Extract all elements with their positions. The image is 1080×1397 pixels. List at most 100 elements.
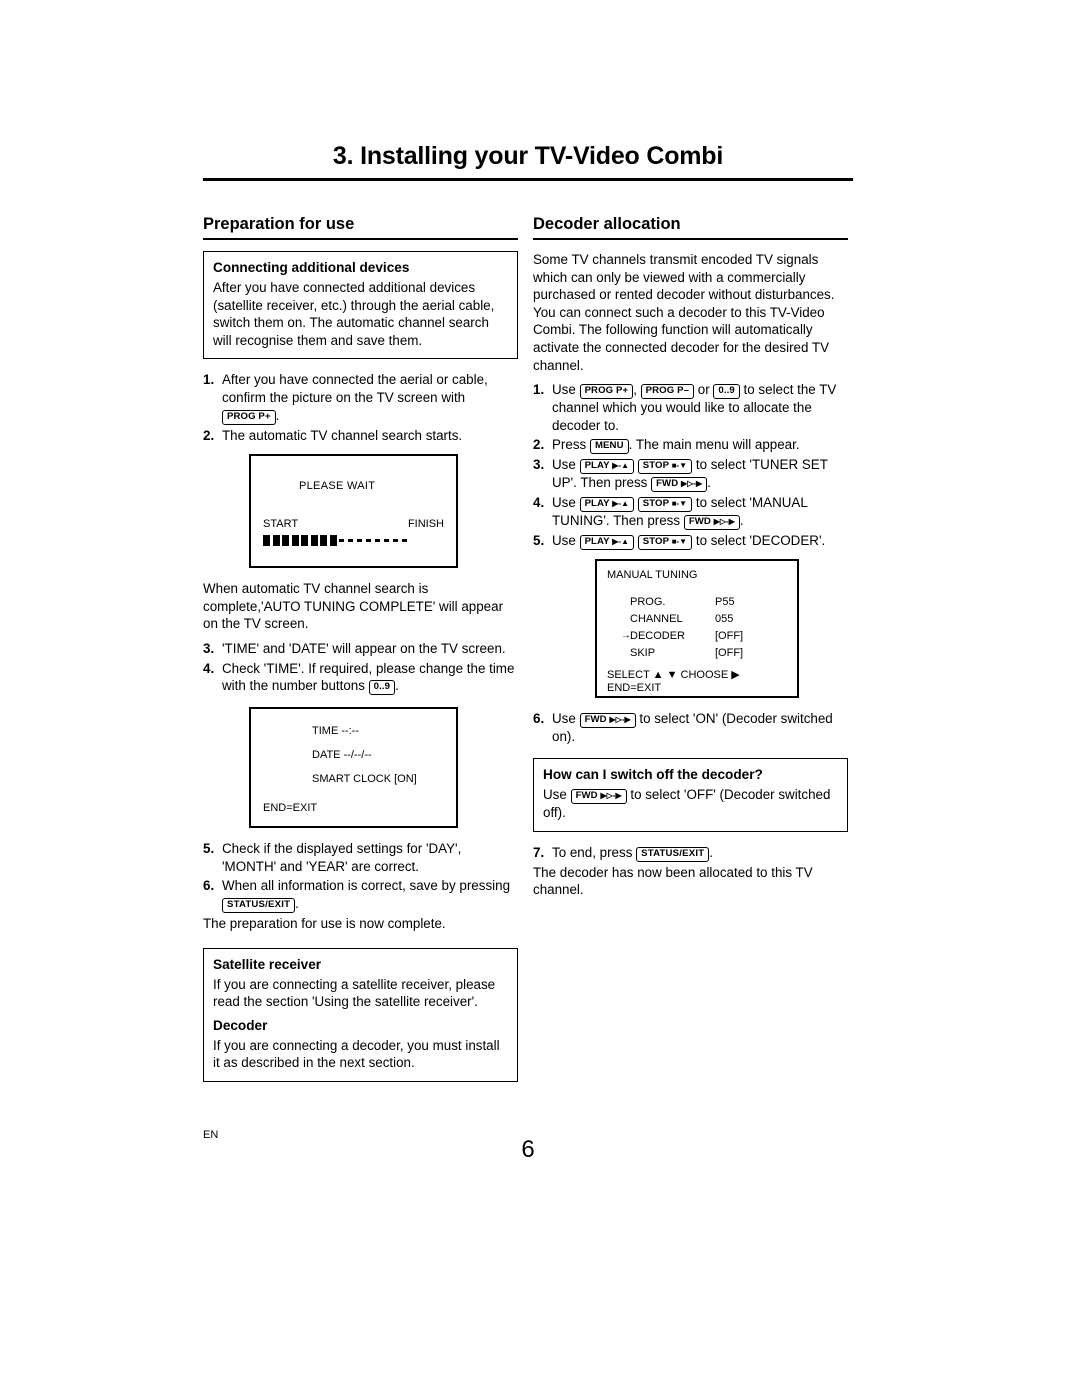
step-number: 2. xyxy=(203,427,215,443)
key-play[interactable]: PLAY ▶-▲ xyxy=(579,497,634,513)
key-play[interactable]: PLAY ▶-▲ xyxy=(579,459,634,475)
step-body: Press MENU. The main menu will appear. xyxy=(552,436,848,455)
step-tail-2: . xyxy=(707,475,711,491)
step-text: The automatic TV channel search starts. xyxy=(222,427,463,443)
screen-row-label-channel: CHANNEL xyxy=(630,613,683,626)
list-item: 2. The automatic TV channel search start… xyxy=(203,427,518,445)
screen-label-time: TIME --:-- xyxy=(312,725,360,738)
key-stop[interactable]: STOP ■-▼ xyxy=(637,459,693,475)
screen-illustration-time-date: TIME --:-- DATE --/--/-- SMART CLOCK [ON… xyxy=(249,707,458,829)
step-number: 4. xyxy=(203,660,215,676)
step-number: 2. xyxy=(533,437,545,453)
key-stop[interactable]: STOP ■-▼ xyxy=(637,497,693,513)
key-status-exit[interactable]: STATUS/EXIT xyxy=(636,846,710,862)
key-fwd[interactable]: FWD ▶▷-▶ xyxy=(651,477,708,493)
screen-illustration-manual-tuning: MANUAL TUNING PROG. P55 CHANNEL 055 → DE… xyxy=(595,559,799,699)
screen-row-value-prog: P55 xyxy=(715,596,735,609)
step-body: Use PROG P+, PROG P– or 0..9 to select t… xyxy=(552,381,848,434)
step-number: 1. xyxy=(533,382,545,398)
screen-row-value-skip: [OFF] xyxy=(715,647,744,660)
step-text: After you have connected the aerial or c… xyxy=(222,372,488,405)
key-fwd[interactable]: FWD ▶▷-▶ xyxy=(570,788,627,804)
note-title: How can I switch off the decoder? xyxy=(543,766,763,782)
step-number: 6. xyxy=(533,711,545,727)
step-tail-2: . xyxy=(739,513,744,529)
step-body: Use PLAY ▶-▲ STOP ■-▼ to select 'TUNER S… xyxy=(552,456,848,493)
key-stop[interactable]: STOP ■-▼ xyxy=(637,535,693,551)
key-play[interactable]: PLAY ▶-▲ xyxy=(579,535,634,551)
list-item: 2. Press MENU. The main menu will appear… xyxy=(533,436,848,455)
step-tail: . xyxy=(709,844,713,860)
list-item: 5. Check if the displayed settings for '… xyxy=(203,840,518,875)
step-number: 3. xyxy=(203,640,215,656)
list-item: 5. Use PLAY ▶-▲ STOP ■-▼ to select 'DECO… xyxy=(533,532,848,551)
step-text-tail: . xyxy=(275,407,280,423)
step-tail: . The main menu will appear. xyxy=(628,437,800,453)
step-text-tail: . xyxy=(395,678,399,694)
progress-bar xyxy=(263,535,439,547)
note-title-decoder: Decoder xyxy=(213,1017,268,1033)
screen-label-date: DATE --/--/-- xyxy=(312,749,372,762)
step-sep: or xyxy=(697,382,710,398)
step-body: When all information is correct, save by… xyxy=(222,877,518,913)
key-menu[interactable]: MENU xyxy=(589,439,629,455)
screen-row-label-prog: PROG. xyxy=(630,596,666,609)
step-number: 3. xyxy=(533,457,545,473)
screen-label-finish: FINISH xyxy=(407,518,444,531)
step-lead: Use xyxy=(552,495,576,511)
step-lead: Use xyxy=(552,711,576,727)
step-text: Check if the displayed settings for 'DAY… xyxy=(222,841,462,874)
screen-row-value-channel: 055 xyxy=(715,613,734,626)
list-item: 4. Use PLAY ▶-▲ STOP ■-▼ to select 'MANU… xyxy=(533,494,848,531)
list-item: 7. To end, press STATUS/EXIT. xyxy=(533,844,848,862)
step-lead: Use xyxy=(552,457,576,473)
screen-header-manual-tuning: MANUAL TUNING xyxy=(607,569,698,582)
note-connecting-additional-devices: Connecting additional devices After you … xyxy=(203,251,518,360)
screen-row-value-decoder: [OFF] xyxy=(715,630,744,643)
step-lead: Use xyxy=(552,382,576,398)
list-item: 1. After you have connected the aerial o… xyxy=(203,371,518,425)
section-heading-preparation: Preparation for use xyxy=(203,215,355,233)
screen-row-label-decoder: DECODER xyxy=(630,630,686,643)
key-fwd[interactable]: FWD ▶▷-▶ xyxy=(579,713,636,729)
step-body: To end, press STATUS/EXIT. xyxy=(552,844,848,862)
right-column: Decoder allocation Some TV channels tran… xyxy=(533,215,848,899)
left-column: Preparation for use Connecting additiona… xyxy=(203,215,518,1094)
key-prog-plus[interactable]: PROG P+ xyxy=(222,409,276,425)
key-number-buttons[interactable]: 0..9 xyxy=(368,680,396,696)
note-satellite-receiver-decoder: Satellite receiver If you are connecting… xyxy=(203,947,518,1082)
step-number: 1. xyxy=(203,372,215,388)
step-number: 7. xyxy=(533,844,545,860)
note-title: Connecting additional devices xyxy=(213,260,410,275)
title-divider xyxy=(203,178,853,181)
step-text: 'TIME' and 'DATE' will appear on the TV … xyxy=(222,640,506,656)
paragraph-decoder-allocated: The decoder has now been allocated to th… xyxy=(533,864,813,898)
note-switch-off-decoder: How can I switch off the decoder? Use FW… xyxy=(533,757,848,832)
step-lead: Press xyxy=(552,437,587,453)
key-prog-plus[interactable]: PROG P+ xyxy=(579,384,634,400)
note-body: Use FWD ▶▷-▶ to select 'OFF' (Decoder sw… xyxy=(543,786,838,822)
note-text-decoder: If you are connecting a decoder, you mus… xyxy=(213,1037,500,1071)
page-title: 3. Installing your TV-Video Combi xyxy=(332,142,724,170)
document-page: 3. Installing your TV-Video Combi Prepar… xyxy=(0,0,1080,1397)
section-divider xyxy=(203,238,518,240)
step-number: 6. xyxy=(203,878,215,894)
step-text: When all information is correct, save by… xyxy=(222,878,511,894)
list-item: 1. Use PROG P+, PROG P– or 0..9 to selec… xyxy=(533,381,848,434)
paragraph-preparation-complete: The preparation for use is now complete. xyxy=(203,915,446,931)
list-item: 4. Check 'TIME'. If required, please cha… xyxy=(203,660,518,696)
page-number: 6 xyxy=(521,1136,535,1163)
list-item: 3. 'TIME' and 'DATE' will appear on the … xyxy=(203,640,518,658)
key-status-exit[interactable]: STATUS/EXIT xyxy=(222,897,296,913)
step-body: After you have connected the aerial or c… xyxy=(222,371,518,425)
screen-label-smart-clock: SMART CLOCK [ON] xyxy=(312,773,417,786)
step-number: 5. xyxy=(533,533,545,549)
screen-label-end-exit: END=EXIT xyxy=(263,802,318,815)
key-fwd[interactable]: FWD ▶▷-▶ xyxy=(683,515,740,531)
key-number-buttons[interactable]: 0..9 xyxy=(713,384,740,400)
screen-footer-select-choose: SELECT ▲ ▼ CHOOSE ▶ xyxy=(607,669,740,682)
step-body: Use PLAY ▶-▲ STOP ■-▼ to select 'DECODER… xyxy=(552,532,848,551)
note-title-satellite: Satellite receiver xyxy=(213,956,322,972)
list-item: 3. Use PLAY ▶-▲ STOP ■-▼ to select 'TUNE… xyxy=(533,456,848,493)
key-prog-minus[interactable]: PROG P– xyxy=(640,384,695,400)
